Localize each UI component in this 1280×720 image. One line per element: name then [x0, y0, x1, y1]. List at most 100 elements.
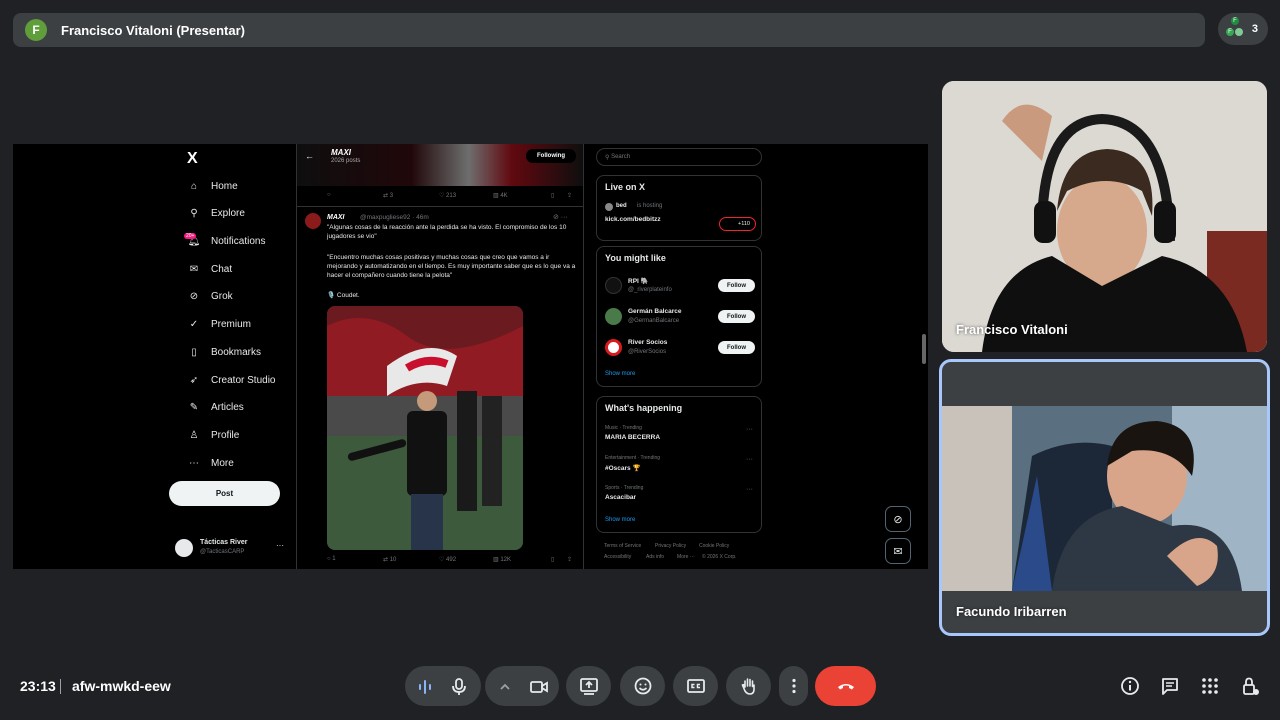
bookmark-icon[interactable]: ▯ [551, 192, 554, 199]
trend-name[interactable]: #Oscars 🏆 [605, 464, 641, 472]
footer-link[interactable]: Privacy Policy [655, 543, 686, 549]
trend-more-icon[interactable]: ··· [746, 426, 753, 433]
following-button[interactable]: Following [526, 149, 576, 163]
nav-premium[interactable]: ✓ Premium [187, 314, 251, 334]
grok-icon[interactable]: ⊘ [885, 506, 911, 532]
participant-dot: F [1231, 17, 1239, 25]
footer-link[interactable]: Ads info [646, 554, 664, 560]
share-icon[interactable]: ⇪ [567, 192, 572, 199]
follow-button[interactable]: Follow [718, 341, 755, 354]
trend-more-icon[interactable]: ··· [746, 456, 753, 463]
bookmark-icon[interactable]: ▯ [551, 556, 554, 563]
like-count[interactable]: ♡ 213 [439, 192, 456, 199]
suggestions-show-more[interactable]: Show more [605, 371, 635, 377]
views-count[interactable]: ▥ 12K [493, 556, 511, 563]
presenter-name: Francisco Vitaloni (Presentar) [61, 22, 245, 38]
repost-count[interactable]: ⇄ 3 [383, 192, 393, 199]
trends-title: What's happening [605, 403, 683, 413]
nav-label: Notifications [211, 235, 266, 247]
back-arrow-icon[interactable]: ← [305, 151, 314, 161]
bottom-divider [60, 679, 61, 694]
activities-grid-icon[interactable] [1200, 676, 1220, 696]
tweet-author[interactable]: MAXI [327, 214, 345, 221]
nav-explore[interactable]: ⚲ Explore [187, 203, 245, 223]
tweet-separator [297, 206, 583, 207]
microphone-icon[interactable] [449, 677, 469, 702]
tweet-paragraph: 🎙️ Coudet. [327, 292, 360, 299]
live-link[interactable]: kick.com/bedbitzz [605, 216, 661, 223]
suggestion-name[interactable]: River Socios [628, 339, 667, 346]
hand-icon [741, 678, 755, 695]
tweet-avatar[interactable] [305, 213, 321, 229]
x-logo[interactable]: X [187, 150, 198, 168]
share-icon[interactable]: ⇪ [567, 556, 572, 563]
screen-scrollbar[interactable] [920, 144, 928, 569]
chevron-up-icon[interactable] [495, 677, 515, 702]
meeting-details-icon[interactable] [1120, 676, 1140, 696]
nav-home[interactable]: ⌂ Home [187, 176, 238, 196]
nav-more[interactable]: ⋯ More [187, 453, 234, 473]
participants-button[interactable]: F F 3 [1218, 13, 1268, 45]
prev-tweet-actions: ○ ⇄ 3 ♡ 213 ▥ 4K ▯ ⇪ [327, 192, 577, 202]
suggestion-name[interactable]: RPI 🐘 [628, 277, 649, 285]
present-screen-button[interactable] [566, 666, 611, 706]
host-controls-lock-icon[interactable] [1240, 676, 1260, 696]
home-icon: ⌂ [190, 180, 198, 192]
live-host-avatar [605, 203, 613, 211]
x-search-input[interactable]: ⚲ Search [596, 148, 762, 166]
tweet-more-icon[interactable]: ⊘ ··· [553, 213, 568, 221]
trend-more-icon[interactable]: ··· [746, 486, 753, 493]
account-name[interactable]: Tácticas River [200, 539, 247, 546]
nav-bookmarks[interactable]: ▯ Bookmarks [187, 342, 261, 362]
nav-articles[interactable]: ✎ Articles [187, 397, 244, 417]
messages-icon[interactable]: ✉ [885, 538, 911, 564]
live-listeners-badge[interactable]: +110 [719, 217, 756, 231]
leave-call-button[interactable] [815, 666, 876, 706]
tweet-meta: @maxpugliese92 · 46m [360, 214, 429, 221]
views-count[interactable]: ▥ 4K [493, 192, 508, 199]
audio-level-icon[interactable] [415, 677, 435, 702]
video-tile-francisco[interactable]: Francisco Vitaloni [942, 81, 1267, 352]
footer-link[interactable]: Cookie Policy [699, 543, 729, 549]
trend-name[interactable]: MARIA BECERRA [605, 434, 660, 441]
captions-button[interactable] [673, 666, 718, 706]
feed-divider [583, 144, 584, 569]
nav-profile[interactable]: ♙ Profile [187, 425, 240, 445]
nav-chat[interactable]: ✉ Chat [187, 259, 232, 279]
profile-name: MAXI [331, 148, 351, 157]
nav-label: Premium [211, 318, 252, 330]
footer-link[interactable]: More ··· [677, 554, 695, 560]
video-tile-facundo[interactable]: Facundo Iribarren [939, 359, 1270, 636]
trends-show-more[interactable]: Show more [605, 517, 635, 523]
like-count[interactable]: ♡ 492 [439, 556, 456, 563]
camera-icon[interactable] [529, 677, 549, 702]
participant-video [942, 81, 1267, 352]
participant-name: Francisco Vitaloni [956, 322, 1068, 337]
nav-notifications[interactable]: 🔔︎ Notifications [187, 231, 266, 251]
reactions-button[interactable] [620, 666, 665, 706]
footer-link[interactable]: Accessibility [604, 554, 631, 560]
post-button[interactable]: Post [169, 481, 280, 506]
follow-button[interactable]: Follow [718, 279, 755, 292]
chat-icon[interactable] [1160, 676, 1180, 696]
participant-avatars: F F [1226, 17, 1244, 41]
suggestion-name[interactable]: Germán Balcarce [628, 308, 681, 315]
meeting-code[interactable]: afw-mwkd-eew [72, 678, 171, 694]
reply-count[interactable]: ○ 1 [327, 556, 336, 562]
account-more-icon[interactable]: ··· [276, 541, 284, 550]
trend-name[interactable]: Ascacibar [605, 494, 636, 501]
trend-context: Sports · Trending [605, 485, 644, 491]
nav-grok[interactable]: ⊘ Grok [187, 286, 233, 306]
account-avatar[interactable] [175, 539, 193, 557]
follow-button[interactable]: Follow [718, 310, 755, 323]
raise-hand-button[interactable] [726, 666, 771, 706]
footer-link[interactable]: Terms of Service [604, 543, 641, 549]
search-icon: ⚲ [190, 207, 198, 219]
tweet-photo[interactable] [327, 306, 523, 550]
captions-icon [686, 679, 705, 693]
repost-count[interactable]: ⇄ 10 [383, 556, 396, 563]
nav-creator-studio[interactable]: ➶ Creator Studio [187, 370, 276, 390]
reply-icon[interactable]: ○ [327, 192, 331, 198]
end-call-icon [837, 684, 854, 690]
more-options-button[interactable] [779, 666, 808, 706]
